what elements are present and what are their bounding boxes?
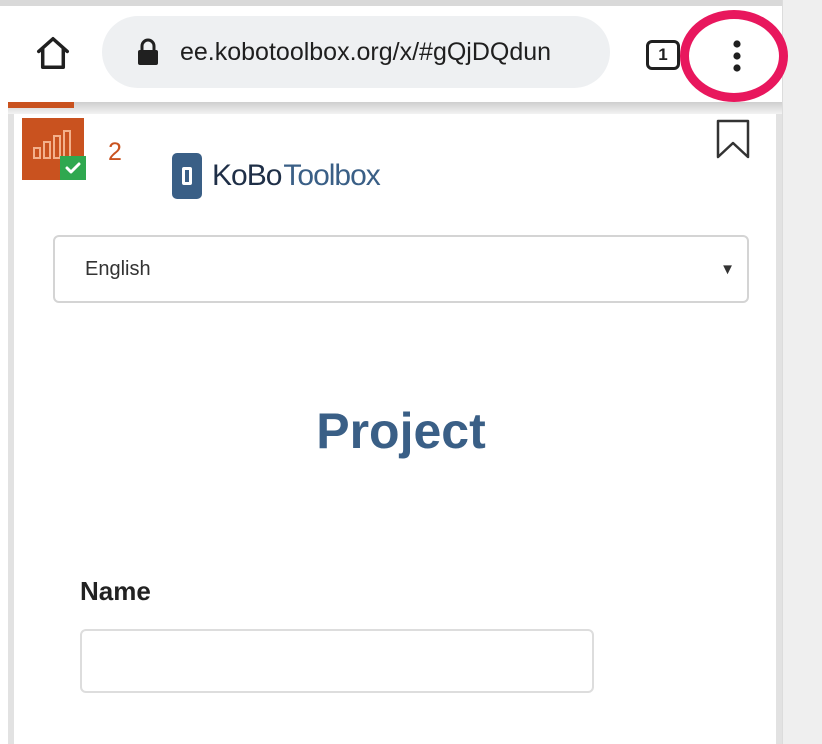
check-badge	[60, 156, 86, 180]
language-selected: English	[85, 257, 151, 280]
lock-icon	[138, 38, 158, 65]
url-text: ee.kobotoolbox.org/x/#gQjDQdun	[180, 37, 552, 66]
name-field-label: Name	[80, 576, 151, 606]
tab-count: 1	[658, 45, 668, 64]
caret-down-icon: ▼	[720, 260, 735, 278]
checkmark-icon	[65, 162, 81, 174]
badge-count: 2	[108, 138, 122, 166]
name-input[interactable]	[80, 629, 594, 693]
kobotoolbox-logo: KoBo Toolbox	[172, 152, 381, 200]
bookmark-icon[interactable]	[714, 118, 752, 160]
home-icon	[37, 37, 69, 69]
mobile-browser-screen: ee.kobotoolbox.org/x/#gQjDQdun 1 2 KoBo …	[0, 0, 822, 744]
browser-toolbar: ee.kobotoolbox.org/x/#gQjDQdun 1	[0, 0, 788, 102]
menu-highlight-circle	[680, 10, 788, 102]
language-select[interactable]: English ▼	[53, 235, 749, 303]
tab-switcher-button[interactable]: 1	[646, 40, 680, 70]
scrollbar-gutter	[782, 0, 822, 744]
toolbar-shadow	[8, 102, 782, 114]
logo-text-toolbox: Toolbox	[283, 159, 380, 192]
kobo-logo-mark	[172, 153, 202, 199]
orange-edge	[8, 102, 74, 108]
form-title: Project	[316, 403, 486, 459]
address-bar[interactable]: ee.kobotoolbox.org/x/#gQjDQdun	[102, 16, 610, 88]
logo-text-kobo: KoBo	[212, 159, 282, 192]
home-button[interactable]	[28, 28, 78, 78]
